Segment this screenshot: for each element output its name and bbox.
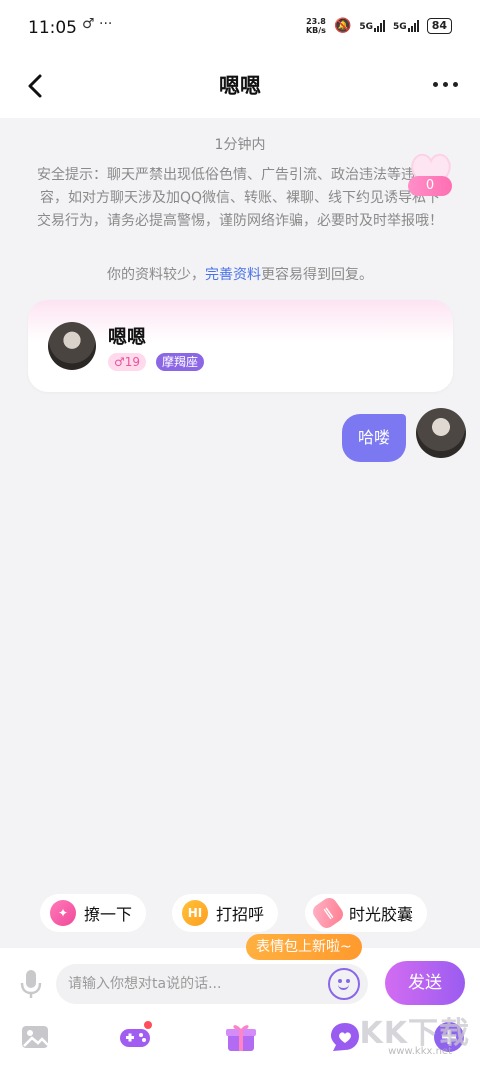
complete-profile-link[interactable]: 完善资料 [205,267,261,283]
status-extra-icons: ♂ ··· [82,16,113,32]
status-right-icons: 23.8 KB/s 🔕 5G 5G 84 [306,17,452,35]
heart-count-badge: 0 [408,176,452,196]
profile-tip: 你的资料较少，完善资料更容易得到回复。 [107,267,373,283]
page-title: 嗯嗯 [219,74,261,98]
emoji-icon[interactable] [328,968,360,1000]
battery-icon: 84 [426,18,452,34]
signal-icon-1: 5G [359,20,386,32]
status-bar: 11:05 ♂ ··· 23.8 KB/s 🔕 5G 5G 84 [0,0,480,56]
microphone-icon[interactable] [18,968,44,1000]
heart-chat-icon[interactable] [328,1020,362,1054]
hi-icon: HI [182,900,208,926]
nav-bar: 嗯嗯 [0,56,480,118]
mute-icon: 🔕 [333,18,352,34]
message-bubble[interactable]: 哈喽 [341,414,406,462]
send-button[interactable]: 发送 [385,961,465,1005]
user-profile-card[interactable]: 嗯嗯 ♂19 摩羯座 [28,300,453,392]
time-capsule-button[interactable]: ∥ 时光胶囊 [305,894,428,932]
game-icon[interactable] [118,1020,152,1054]
message-input[interactable] [56,964,368,1004]
flirt-icon: ✦ [50,900,76,926]
time-capsule-icon: ∥ [309,894,347,932]
chat-area[interactable]: 1分钟内 安全提示：聊天严禁出现低俗色情、广告引流、政治违法等违规内容，如对方聊… [0,118,480,888]
quick-actions: ✦ 撩一下 HI 打招呼 ∥ 时光胶囊 [0,894,480,932]
flirt-button[interactable]: ✦ 撩一下 [40,894,147,932]
message-row: 哈喽 [341,408,466,462]
user-name: 嗯嗯 [108,326,147,348]
status-time: 11:05 [28,18,77,38]
new-emoji-tooltip[interactable]: 表情包上新啦~ [246,934,362,960]
my-avatar[interactable] [416,408,466,458]
network-speed: 23.8 KB/s [305,17,326,35]
safety-notice: 安全提示：聊天严禁出现低俗色情、广告引流、政治违法等违规内容，如对方聊天涉及加Q… [37,167,443,229]
gift-icon[interactable] [224,1020,258,1054]
more-dots-icon[interactable] [433,82,458,87]
signal-icon-2: 5G [393,20,419,32]
image-icon[interactable] [18,1020,52,1054]
watermark-url: www.kkx.net [388,1046,452,1057]
avatar[interactable] [48,322,96,370]
greet-button[interactable]: HI 打招呼 [172,894,279,932]
age-badge: ♂19 [108,353,147,371]
zodiac-badge: 摩羯座 [156,353,205,371]
